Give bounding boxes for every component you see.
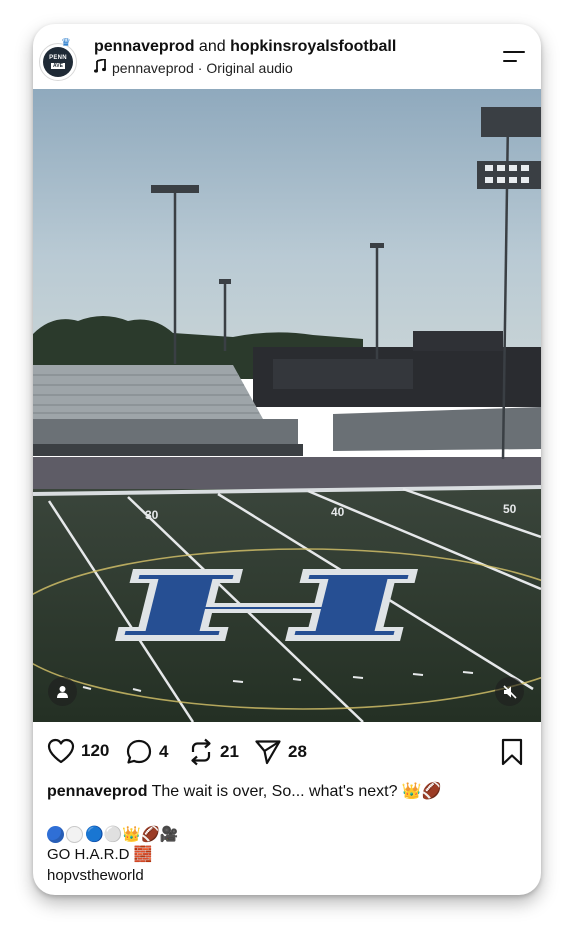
caption-emoji: 👑🏈 xyxy=(401,783,442,800)
field-number: 30 xyxy=(145,508,159,522)
avatar-text-bottom: AVE xyxy=(51,63,65,69)
emoji-text: 🔵⚪👑🏈🎥 xyxy=(85,825,179,843)
audio-separator: · xyxy=(197,59,203,76)
caption-username[interactable]: pennaveprod xyxy=(47,783,147,800)
field-number: 50 xyxy=(503,502,517,516)
user-tag-icon[interactable] xyxy=(48,677,77,706)
repost-count: 21 xyxy=(220,742,239,761)
audio-label: Original audio xyxy=(206,59,293,76)
avatar[interactable]: PENN AVE xyxy=(39,43,77,81)
hashtag-line: GO H.A.R.D 🧱 xyxy=(47,844,178,865)
white-circle-icon xyxy=(66,825,83,843)
audio-attribution[interactable]: pennaveprod · Original audio xyxy=(94,57,293,76)
tag-line[interactable]: hopvstheworld xyxy=(47,865,178,886)
emoji-line: 🔵⚪👑🏈🎥 xyxy=(47,824,178,844)
send-icon xyxy=(255,740,281,765)
comment-count: 4 xyxy=(159,742,169,761)
music-note-icon xyxy=(94,57,106,76)
field-number: 40 xyxy=(331,505,345,519)
bookmark-button[interactable] xyxy=(500,738,524,771)
author-secondary-link[interactable]: hopkinsroyalsfootball xyxy=(230,38,396,55)
heart-icon xyxy=(47,738,75,764)
caption-text: The wait is over, So... what's next? xyxy=(151,783,398,800)
repost-button[interactable]: 21 xyxy=(188,738,239,766)
share-count: 28 xyxy=(288,742,307,761)
bookmark-icon xyxy=(501,738,523,766)
avatar-text-top: PENN xyxy=(49,55,67,61)
blue-circle-icon xyxy=(47,825,64,843)
share-button[interactable]: 28 xyxy=(254,738,307,766)
go-hard-text: GO H.A.R.D xyxy=(47,846,130,863)
like-count: 120 xyxy=(81,741,110,760)
post-card: PENN AVE ♛ pennaveprod and hopkinsroyals… xyxy=(33,24,541,895)
menu-icon[interactable] xyxy=(501,48,527,66)
post-caption: pennaveprod The wait is over, So... what… xyxy=(47,781,442,801)
caption-extra: 🔵⚪👑🏈🎥 GO H.A.R.D 🧱 hopvstheworld xyxy=(47,824,178,886)
stadium-photo: 30 40 50 xyxy=(33,89,541,722)
action-bar: 120 4 21 28 xyxy=(33,722,541,782)
post-media[interactable]: 30 40 50 xyxy=(33,89,541,722)
comment-button[interactable]: 4 xyxy=(125,738,168,766)
repost-icon xyxy=(191,738,211,766)
mute-icon[interactable] xyxy=(495,677,524,706)
post-title: pennaveprod and hopkinsroyalsfootball xyxy=(94,38,396,56)
author-primary-link[interactable]: pennaveprod xyxy=(94,38,194,55)
audio-author: pennaveprod xyxy=(112,59,194,76)
post-header: PENN AVE ♛ pennaveprod and hopkinsroyals… xyxy=(33,24,541,89)
brick-emoji: 🧱 xyxy=(133,846,153,863)
like-button[interactable]: 120 xyxy=(47,738,109,764)
crown-icon: ♛ xyxy=(61,37,71,49)
author-connector: and xyxy=(198,38,226,55)
comment-icon xyxy=(126,739,152,764)
